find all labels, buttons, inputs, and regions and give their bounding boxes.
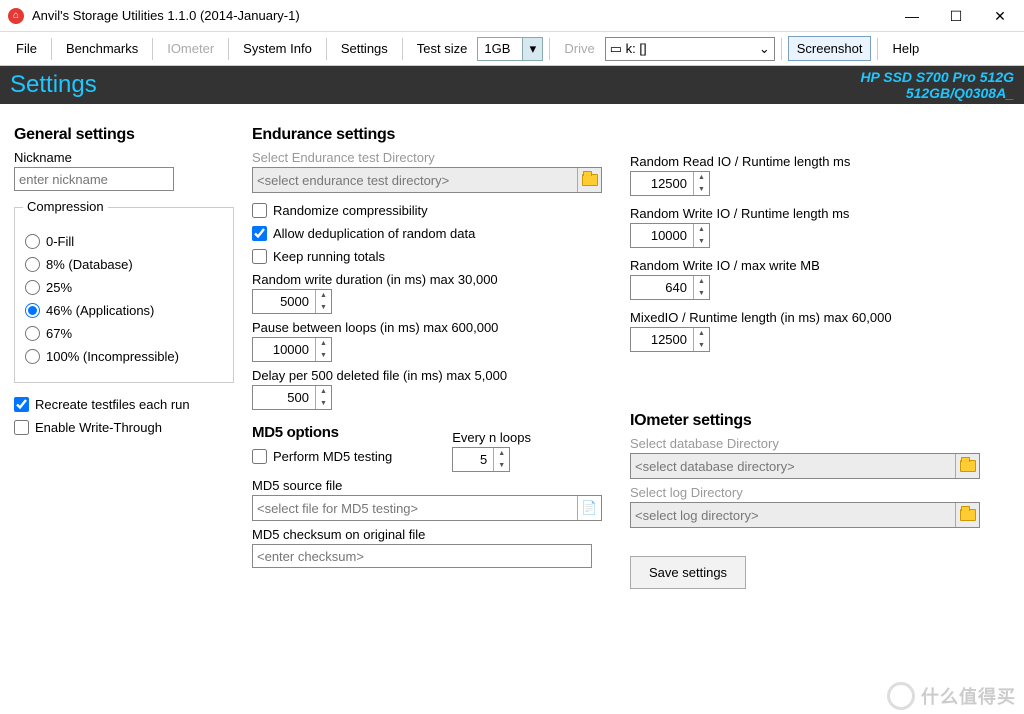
random-write-max-input[interactable]: ▲▼: [630, 275, 710, 300]
testsize-label: Test size: [409, 37, 476, 60]
delay-label: Delay per 500 deleted file (in ms) max 5…: [252, 368, 612, 383]
menubar: File Benchmarks IOmeter System Info Sett…: [0, 32, 1024, 66]
md5-checksum-input[interactable]: [252, 544, 592, 568]
io-db-input[interactable]: <select database directory>: [630, 453, 980, 479]
chevron-down-icon: ⌄: [759, 41, 770, 57]
smile-icon: [887, 682, 915, 710]
md5-src-input[interactable]: <select file for MD5 testing> 📄: [252, 495, 602, 521]
endurance-settings-column: Endurance settings Select Endurance test…: [252, 126, 612, 589]
menu-help[interactable]: Help: [884, 37, 927, 60]
md5-title: MD5 options: [252, 424, 392, 441]
rw-duration-input[interactable]: ▲▼: [252, 289, 332, 314]
writethrough-checkbox[interactable]: Enable Write-Through: [14, 420, 234, 435]
compression-group: Compression 0-Fill 8% (Database) 25% 46%…: [14, 207, 234, 383]
random-write-max-label: Random Write IO / max write MB: [630, 258, 1010, 273]
menu-system-info[interactable]: System Info: [235, 37, 320, 60]
browse-icon[interactable]: [577, 168, 601, 192]
app-icon: ⌂: [8, 8, 24, 24]
recreate-checkbox[interactable]: Recreate testfiles each run: [14, 397, 234, 412]
general-title: General settings: [14, 126, 234, 144]
header-bar: Settings HP SSD S700 Pro 512G 512GB/Q030…: [0, 66, 1024, 104]
randomize-checkbox[interactable]: Randomize compressibility: [252, 203, 612, 218]
menu-file[interactable]: File: [8, 37, 45, 60]
md5-checksum-label: MD5 checksum on original file: [252, 527, 612, 542]
delay-input[interactable]: ▲▼: [252, 385, 332, 410]
watermark: 什么值得买: [887, 682, 1016, 710]
random-write-input[interactable]: ▲▼: [630, 223, 710, 248]
endurance-title: Endurance settings: [252, 126, 612, 144]
compression-opt-1[interactable]: 8% (Database): [25, 257, 223, 272]
menu-iometer[interactable]: IOmeter: [159, 37, 222, 60]
mixed-io-input[interactable]: ▲▼: [630, 327, 710, 352]
endurance-dir-input[interactable]: <select endurance test directory>: [252, 167, 602, 193]
random-read-label: Random Read IO / Runtime length ms: [630, 154, 1010, 169]
io-db-label: Select database Directory: [630, 436, 1010, 451]
device-name: HP SSD S700 Pro 512G: [860, 69, 1014, 85]
minimize-button[interactable]: —: [890, 1, 934, 31]
mixed-io-label: MixedIO / Runtime length (in ms) max 60,…: [630, 310, 1010, 325]
compression-opt-3[interactable]: 46% (Applications): [25, 303, 223, 318]
md5-perform-checkbox[interactable]: Perform MD5 testing: [252, 449, 392, 464]
compression-legend: Compression: [23, 199, 108, 214]
drive-value: k: []: [626, 41, 647, 56]
browse-icon[interactable]: [955, 503, 979, 527]
screenshot-button[interactable]: Screenshot: [788, 36, 872, 61]
device-info: HP SSD S700 Pro 512G 512GB/Q0308A_: [860, 69, 1014, 101]
save-settings-button[interactable]: Save settings: [630, 556, 746, 589]
window-title: Anvil's Storage Utilities 1.1.0 (2014-Ja…: [32, 8, 890, 23]
chevron-down-icon: ▾: [522, 38, 542, 60]
pause-input[interactable]: ▲▼: [252, 337, 332, 362]
general-settings-column: General settings Nickname Compression 0-…: [14, 126, 234, 589]
pause-label: Pause between loops (in ms) max 600,000: [252, 320, 612, 335]
right-column: Random Read IO / Runtime length ms ▲▼ Ra…: [630, 126, 1010, 589]
device-model: 512GB/Q0308A_: [860, 85, 1014, 101]
compression-opt-5[interactable]: 100% (Incompressible): [25, 349, 223, 364]
compression-opt-2[interactable]: 25%: [25, 280, 223, 295]
close-button[interactable]: ✕: [978, 1, 1022, 31]
page-title: Settings: [10, 71, 97, 99]
menu-settings[interactable]: Settings: [333, 37, 396, 60]
testsize-combo[interactable]: 1GB ▾: [477, 37, 543, 61]
nickname-label: Nickname: [14, 150, 234, 165]
random-read-input[interactable]: ▲▼: [630, 171, 710, 196]
rw-duration-label: Random write duration (in ms) max 30,000: [252, 272, 612, 287]
dedup-checkbox[interactable]: Allow deduplication of random data: [252, 226, 612, 241]
nickname-input[interactable]: [14, 167, 174, 191]
random-write-label: Random Write IO / Runtime length ms: [630, 206, 1010, 221]
compression-opt-0[interactable]: 0-Fill: [25, 234, 223, 249]
titlebar: ⌂ Anvil's Storage Utilities 1.1.0 (2014-…: [0, 0, 1024, 32]
menu-benchmarks[interactable]: Benchmarks: [58, 37, 146, 60]
keep-totals-checkbox[interactable]: Keep running totals: [252, 249, 612, 264]
maximize-button[interactable]: ☐: [934, 1, 978, 31]
content: General settings Nickname Compression 0-…: [0, 104, 1024, 589]
io-log-input[interactable]: <select log directory>: [630, 502, 980, 528]
md5-every-input[interactable]: ▲▼: [452, 447, 510, 472]
browse-icon[interactable]: 📄: [577, 496, 601, 520]
drive-combo[interactable]: ▭ k: [] ⌄: [605, 37, 775, 61]
md5-every-label: Every n loops: [452, 430, 531, 445]
browse-icon[interactable]: [955, 454, 979, 478]
drive-icon: ▭: [610, 41, 622, 57]
endurance-dir-label: Select Endurance test Directory: [252, 150, 612, 165]
compression-opt-4[interactable]: 67%: [25, 326, 223, 341]
md5-src-label: MD5 source file: [252, 478, 612, 493]
testsize-value: 1GB: [478, 41, 522, 56]
drive-label: Drive: [556, 37, 602, 60]
iometer-title: IOmeter settings: [630, 412, 1010, 430]
io-log-label: Select log Directory: [630, 485, 1010, 500]
